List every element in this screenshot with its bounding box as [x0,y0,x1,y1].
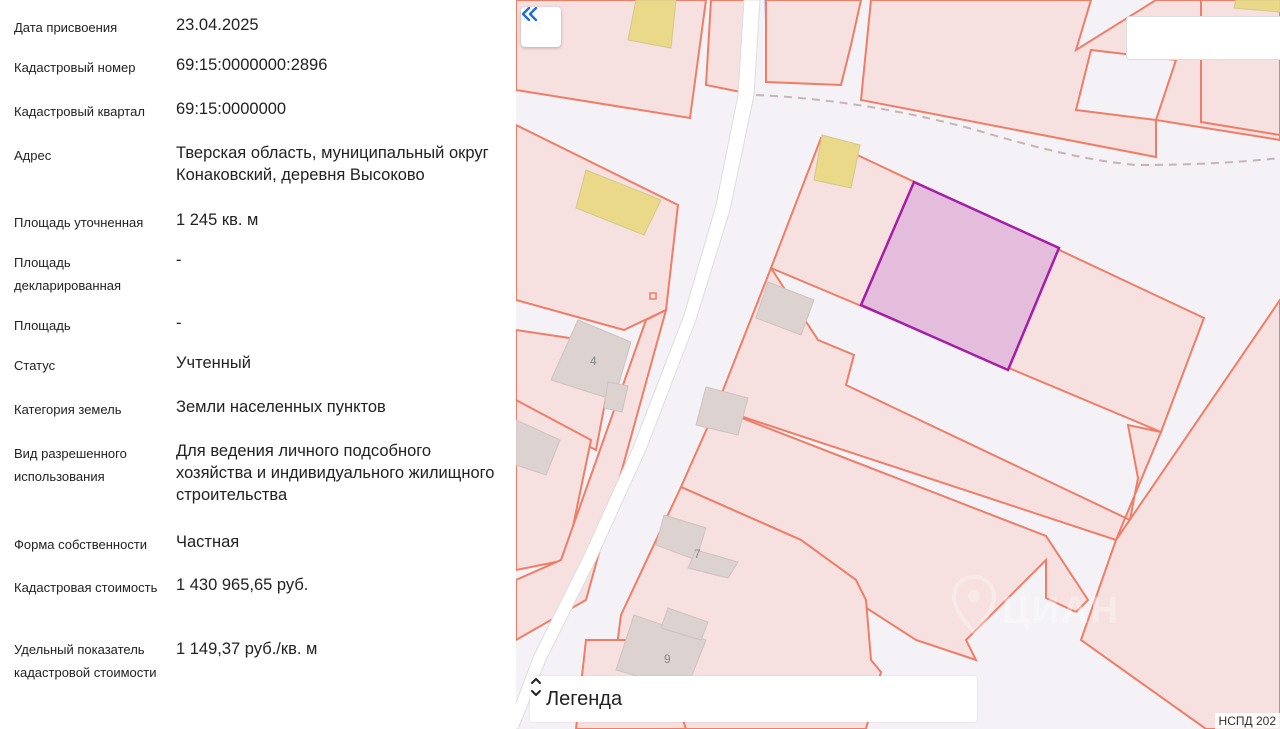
info-value: Учтенный [176,354,251,372]
legend-toggle-button[interactable]: Легенда [530,676,977,722]
double-chevron-left-icon [521,7,538,21]
info-label: Вид разрешенного использования [14,446,127,484]
house-number: 4 [590,354,597,368]
chevron-up-down-icon [531,678,541,696]
info-value: 1 430 965,65 руб. [176,576,309,594]
info-label: Статус [14,358,56,373]
info-value: Земли населенных пунктов [176,398,386,416]
parcel-info-panel: Дата присвоения 23.04.2025 Кадастровый н… [0,0,516,729]
legend-label: Легенда [546,687,623,710]
map-attribution: НСПД 202 [1214,713,1280,729]
info-value: - [176,251,182,269]
house-number: 9 [664,652,671,666]
watermark-text: ЦИАН [1002,590,1120,632]
house-number: 7 [694,547,701,561]
info-label: Адрес [14,148,52,163]
info-value: 23.04.2025 [176,16,259,34]
info-label: Кадастровый номер [14,60,136,75]
map-canvas[interactable]: 4 7 9 [516,0,1280,729]
info-label: Форма собственности [14,537,148,552]
building [813,134,861,189]
collapse-panel-button[interactable] [521,7,561,47]
info-value: Для ведения личного подсобного хозяйства… [176,442,495,504]
info-value: Тверская область, муниципальный округ Ко… [176,144,489,184]
info-value: 69:15:0000000 [176,100,287,118]
info-value: 1 245 кв. м [176,211,259,229]
info-label: Удельный показатель кадастровой стоимост… [14,642,157,680]
info-label: Кадастровый квартал [14,104,145,119]
info-label: Площадь уточненная [14,215,144,230]
cadastral-map[interactable]: 4 7 9 ЦИАН Легенда НСПД 202 [516,0,1280,729]
info-label: Категория земель [14,402,122,417]
info-value: 1 149,37 руб./кв. м [176,640,318,658]
info-value: - [176,314,182,332]
map-search-input[interactable] [1126,16,1280,60]
info-label: Площадь декларированная [14,255,122,293]
info-label: Дата присвоения [14,20,118,35]
info-value: Частная [176,533,240,551]
info-label: Площадь [14,318,71,333]
building [627,0,677,49]
info-value: 69:15:0000000:2896 [176,56,328,74]
info-label: Кадастровая стоимость [14,580,158,595]
